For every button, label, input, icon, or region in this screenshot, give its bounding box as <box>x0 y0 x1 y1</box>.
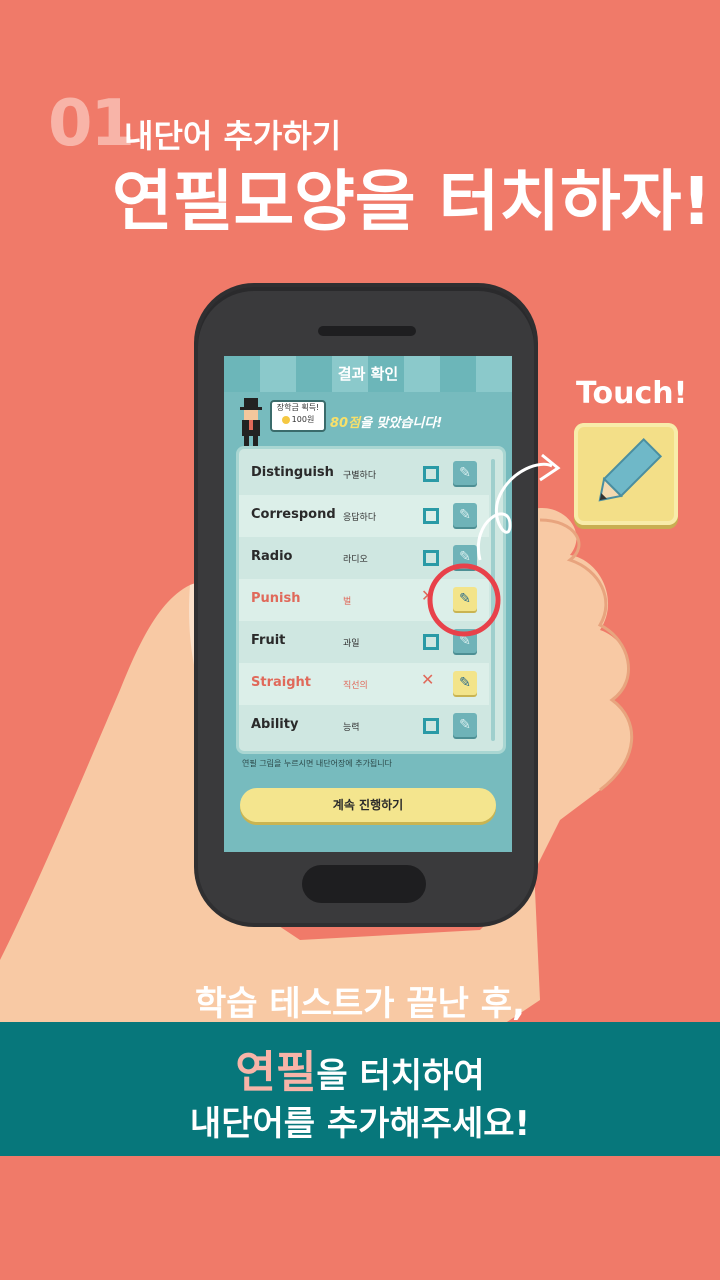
caption-highlight: 연필 <box>235 1047 317 1098</box>
caption-line-1-rest: 을 터치하여 <box>316 1056 485 1096</box>
caption-line-1: 연필을 터치하여 <box>0 1036 720 1100</box>
sub-caption: 학습 테스트가 끝난 후, <box>195 984 525 1024</box>
touch-label: Touch! <box>576 376 688 411</box>
pencil-button-callout <box>574 423 678 525</box>
pencil-icon <box>598 437 663 502</box>
caption-line-2: 내단어를 추가해주세요! <box>189 1104 531 1144</box>
